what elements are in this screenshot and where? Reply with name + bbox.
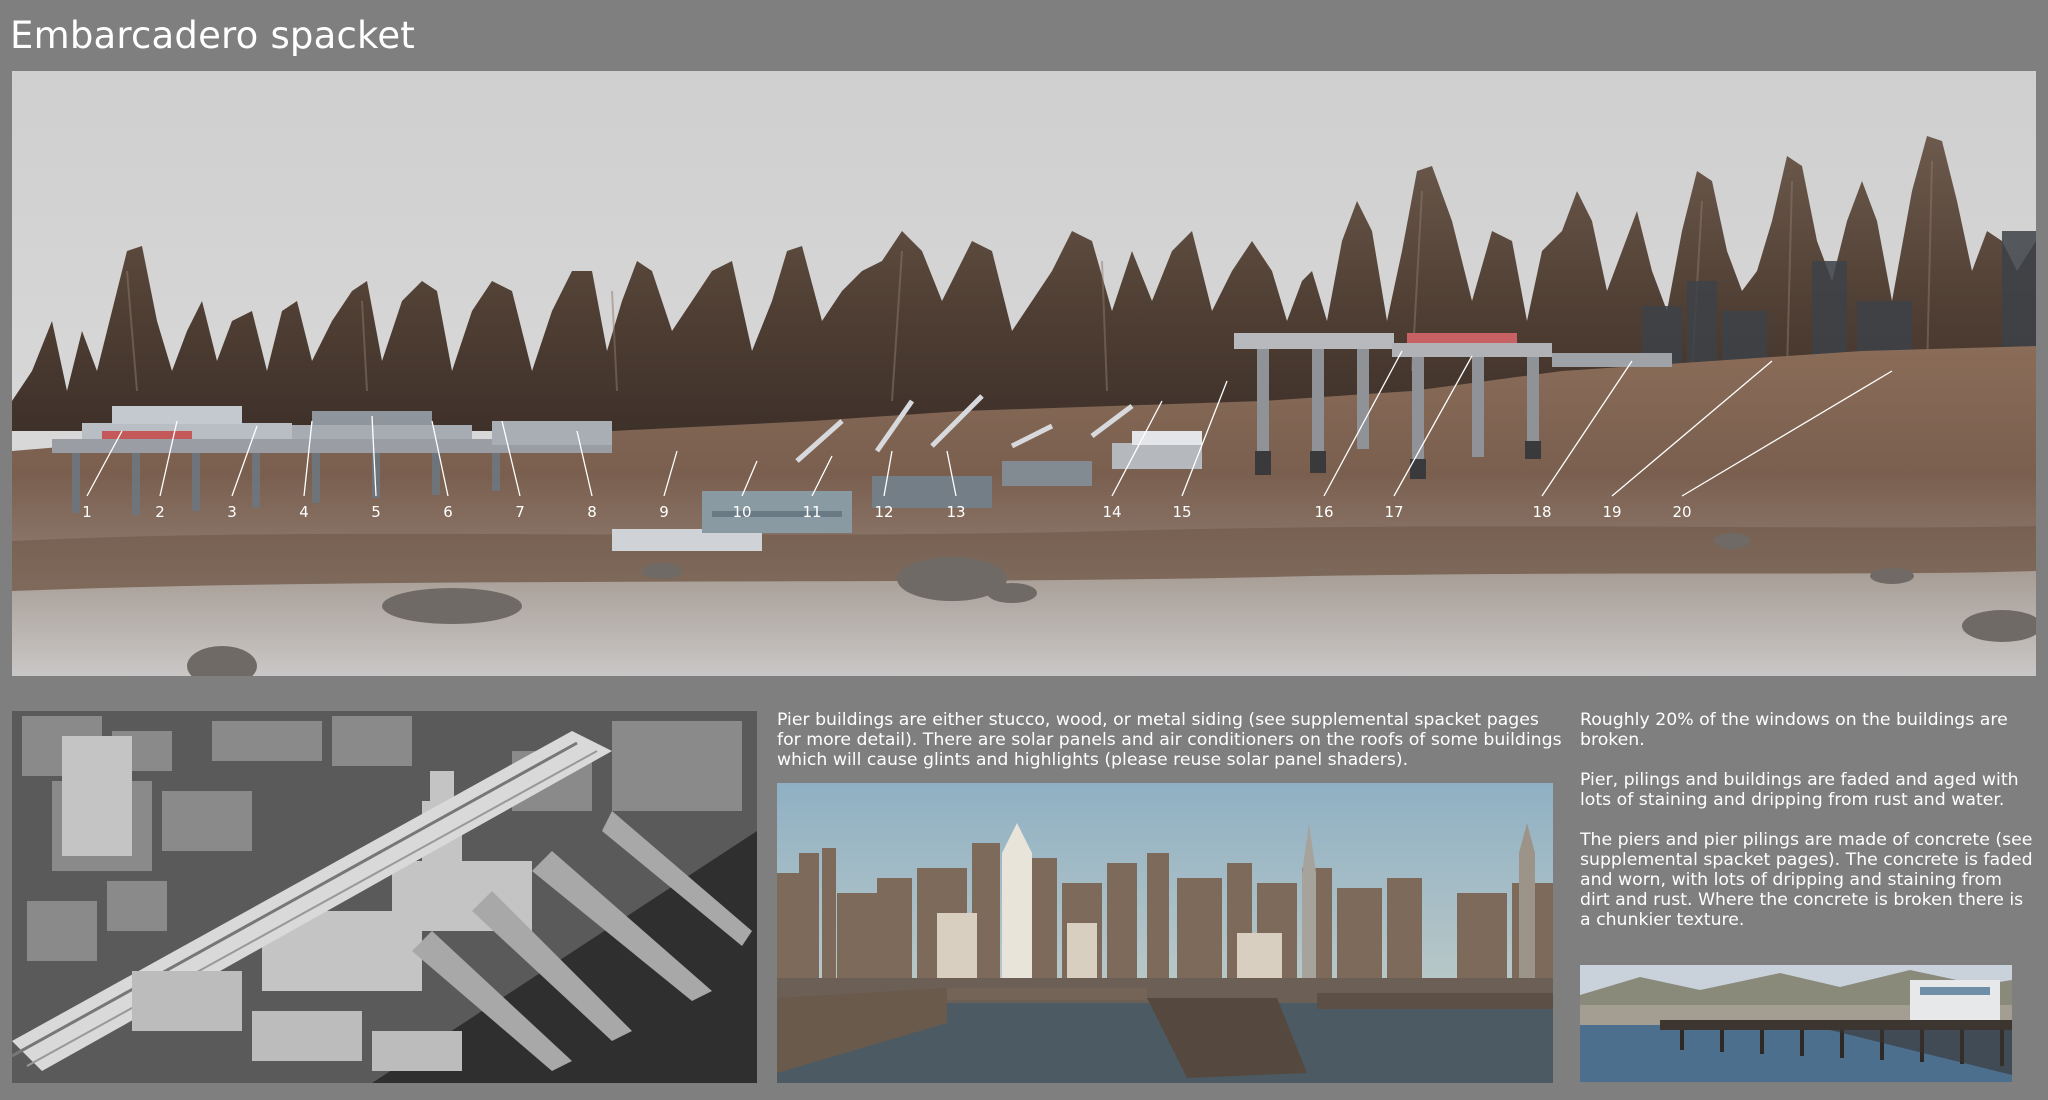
skyline-photo: [777, 783, 1553, 1083]
broken-windows-paragraph: Roughly 20% of the windows on the buildi…: [1580, 710, 2008, 750]
callout-number: 2: [155, 503, 165, 521]
callout-number: 6: [443, 503, 453, 521]
callout-number: 13: [946, 503, 965, 521]
pier-photo: [1580, 965, 2012, 1082]
pier-buildings-note: Pier buildings are either stucco, wood, …: [777, 710, 1567, 770]
callout-number: 20: [1672, 503, 1691, 521]
callout-number: 11: [802, 503, 821, 521]
callout-number: 19: [1602, 503, 1621, 521]
callout-number: 8: [587, 503, 597, 521]
page-title: Embarcadero spacket: [10, 14, 416, 57]
condition-notes: Roughly 20% of the windows on the buildi…: [1580, 710, 2035, 950]
callout-number: 1: [82, 503, 92, 521]
callout-number: 15: [1172, 503, 1191, 521]
callout-number: 17: [1384, 503, 1403, 521]
pier-buildings-paragraph: Pier buildings are either stucco, wood, …: [777, 710, 1562, 770]
callout-number: 14: [1102, 503, 1121, 521]
callout-number: 18: [1532, 503, 1551, 521]
concrete-paragraph: The piers and pier pilings are made of c…: [1580, 830, 2033, 930]
callout-number: 4: [299, 503, 309, 521]
callout-number: 10: [732, 503, 751, 521]
concept-render: 1 2 3 4 5 6 7 8 9 10 11 12 13 14 15 16 17 18 19 20: [12, 71, 2036, 676]
callout-number: 5: [371, 503, 381, 521]
pier-illustration: [1580, 965, 2012, 1082]
faded-aged-paragraph: Pier, pilings and buildings are faded an…: [1580, 770, 2019, 810]
callout-number: 3: [227, 503, 237, 521]
aerial-illustration: [12, 711, 757, 1083]
callout-number: 7: [515, 503, 525, 521]
callout-number: 12: [874, 503, 893, 521]
aerial-photo: [12, 711, 757, 1083]
callout-number: 9: [659, 503, 669, 521]
skyline-illustration: [777, 783, 1553, 1083]
callout-number: 16: [1314, 503, 1333, 521]
render-illustration: 1 2 3 4 5 6 7 8 9 10 11 12 13 14 15 16 17 18 19 20: [12, 71, 2036, 676]
